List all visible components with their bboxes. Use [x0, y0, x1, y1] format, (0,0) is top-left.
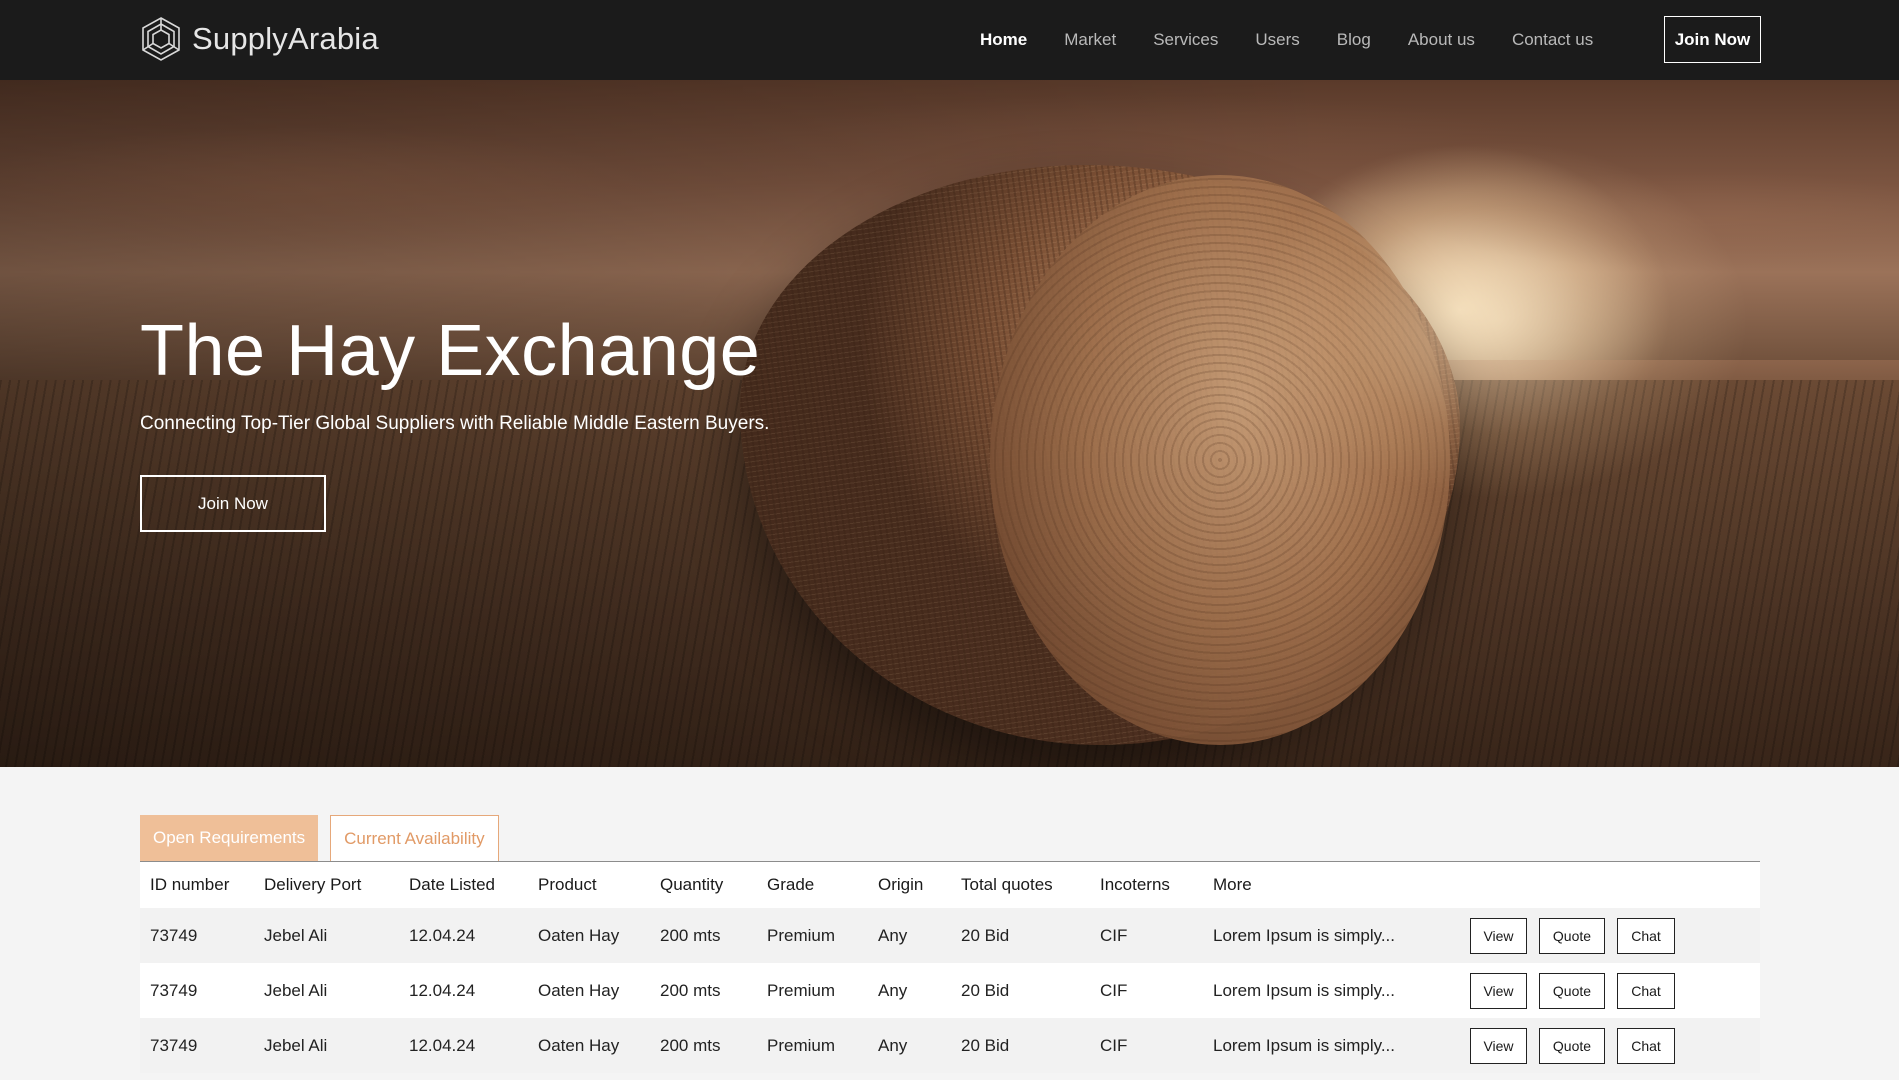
nav-services[interactable]: Services	[1153, 30, 1218, 50]
hero-banner: The Hay Exchange Connecting Top-Tier Glo…	[0, 80, 1899, 767]
col-header-grade: Grade	[767, 875, 815, 894]
cell-incoterms: CIF	[1100, 980, 1128, 1000]
cell-total-quotes: 20 Bid	[961, 980, 1010, 1000]
brand-name: SupplyArabia	[192, 21, 379, 56]
cell-quantity: 200 mts	[660, 925, 721, 945]
cell-product: Oaten Hay	[538, 1035, 620, 1055]
cell-total-quotes: 20 Bid	[961, 1035, 1010, 1055]
listings-section: Open Requirements Current Availability I…	[140, 815, 1760, 1073]
cell-origin: Any	[878, 1035, 908, 1055]
hero-join-now-button[interactable]: Join Now	[140, 475, 326, 532]
nav-blog[interactable]: Blog	[1337, 30, 1371, 50]
table-row: 73749 Jebel Ali 12.04.24 Oaten Hay 200 m…	[140, 908, 1760, 963]
listings-table: ID number Delivery Port Date Listed Prod…	[140, 862, 1760, 1073]
cell-grade: Premium	[767, 980, 836, 1000]
col-header-product: Product	[538, 875, 597, 894]
cell-grade: Premium	[767, 1035, 836, 1055]
brand-logo[interactable]: SupplyArabia	[140, 16, 379, 62]
nav-market[interactable]: Market	[1064, 30, 1116, 50]
hexagon-cube-icon	[142, 17, 180, 61]
cell-id: 73749	[150, 925, 198, 945]
cell-delivery-port: Jebel Ali	[264, 980, 328, 1000]
chat-button[interactable]: Chat	[1617, 972, 1675, 1009]
col-header-total-quotes: Total quotes	[961, 875, 1053, 894]
cell-incoterms: CIF	[1100, 925, 1128, 945]
table-row: 73749 Jebel Ali 12.04.24 Oaten Hay 200 m…	[140, 1018, 1760, 1073]
cell-date-listed: 12.04.24	[409, 1035, 476, 1055]
cell-date-listed: 12.04.24	[409, 925, 476, 945]
quote-button[interactable]: Quote	[1539, 917, 1605, 954]
cell-origin: Any	[878, 980, 908, 1000]
col-header-quantity: Quantity	[660, 875, 724, 894]
row-actions: View Quote Chat	[1470, 917, 1675, 954]
row-actions: View Quote Chat	[1470, 1027, 1675, 1064]
cell-delivery-port: Jebel Ali	[264, 925, 328, 945]
chat-button[interactable]: Chat	[1617, 1027, 1675, 1064]
cell-quantity: 200 mts	[660, 1035, 721, 1055]
quote-button[interactable]: Quote	[1539, 972, 1605, 1009]
cell-more: Lorem Ipsum is simply...	[1213, 980, 1396, 1000]
table-row: 73749 Jebel Ali 12.04.24 Oaten Hay 200 m…	[140, 963, 1760, 1018]
nav-home[interactable]: Home	[980, 30, 1027, 50]
nav-users[interactable]: Users	[1255, 30, 1299, 50]
col-header-id: ID number	[150, 875, 230, 894]
col-header-origin: Origin	[878, 875, 924, 894]
cell-product: Oaten Hay	[538, 925, 620, 945]
col-header-more: More	[1213, 875, 1252, 894]
top-navbar: SupplyArabia Home Market Services Users …	[0, 0, 1899, 80]
tab-open-requirements[interactable]: Open Requirements	[140, 815, 319, 861]
view-button[interactable]: View	[1470, 1027, 1527, 1064]
tab-current-availability[interactable]: Current Availability	[330, 815, 499, 861]
chat-button[interactable]: Chat	[1617, 917, 1675, 954]
cell-date-listed: 12.04.24	[409, 980, 476, 1000]
col-header-date-listed: Date Listed	[409, 875, 495, 894]
cell-product: Oaten Hay	[538, 980, 620, 1000]
cell-origin: Any	[878, 925, 908, 945]
cell-more: Lorem Ipsum is simply...	[1213, 925, 1396, 945]
view-button[interactable]: View	[1470, 917, 1527, 954]
cell-grade: Premium	[767, 925, 836, 945]
cell-quantity: 200 mts	[660, 980, 721, 1000]
cell-id: 73749	[150, 980, 198, 1000]
view-button[interactable]: View	[1470, 972, 1527, 1009]
row-actions: View Quote Chat	[1470, 972, 1675, 1009]
nav-join-now-button[interactable]: Join Now	[1664, 16, 1761, 63]
cell-more: Lorem Ipsum is simply...	[1213, 1035, 1396, 1055]
hero-title: The Hay Exchange	[140, 311, 761, 391]
cell-id: 73749	[150, 1035, 198, 1055]
nav-about-us[interactable]: About us	[1408, 30, 1475, 50]
main-nav: Home Market Services Users Blog About us…	[980, 0, 1630, 80]
table-header: ID number Delivery Port Date Listed Prod…	[140, 862, 1760, 908]
cell-total-quotes: 20 Bid	[961, 925, 1010, 945]
quote-button[interactable]: Quote	[1539, 1027, 1605, 1064]
nav-contact-us[interactable]: Contact us	[1512, 30, 1593, 50]
col-header-incoterms: Incoterns	[1100, 875, 1170, 894]
cell-delivery-port: Jebel Ali	[264, 1035, 328, 1055]
hero-subtitle: Connecting Top-Tier Global Suppliers wit…	[140, 413, 770, 434]
listing-tabs: Open Requirements Current Availability	[140, 815, 1760, 862]
cell-incoterms: CIF	[1100, 1035, 1128, 1055]
col-header-delivery-port: Delivery Port	[264, 875, 362, 894]
